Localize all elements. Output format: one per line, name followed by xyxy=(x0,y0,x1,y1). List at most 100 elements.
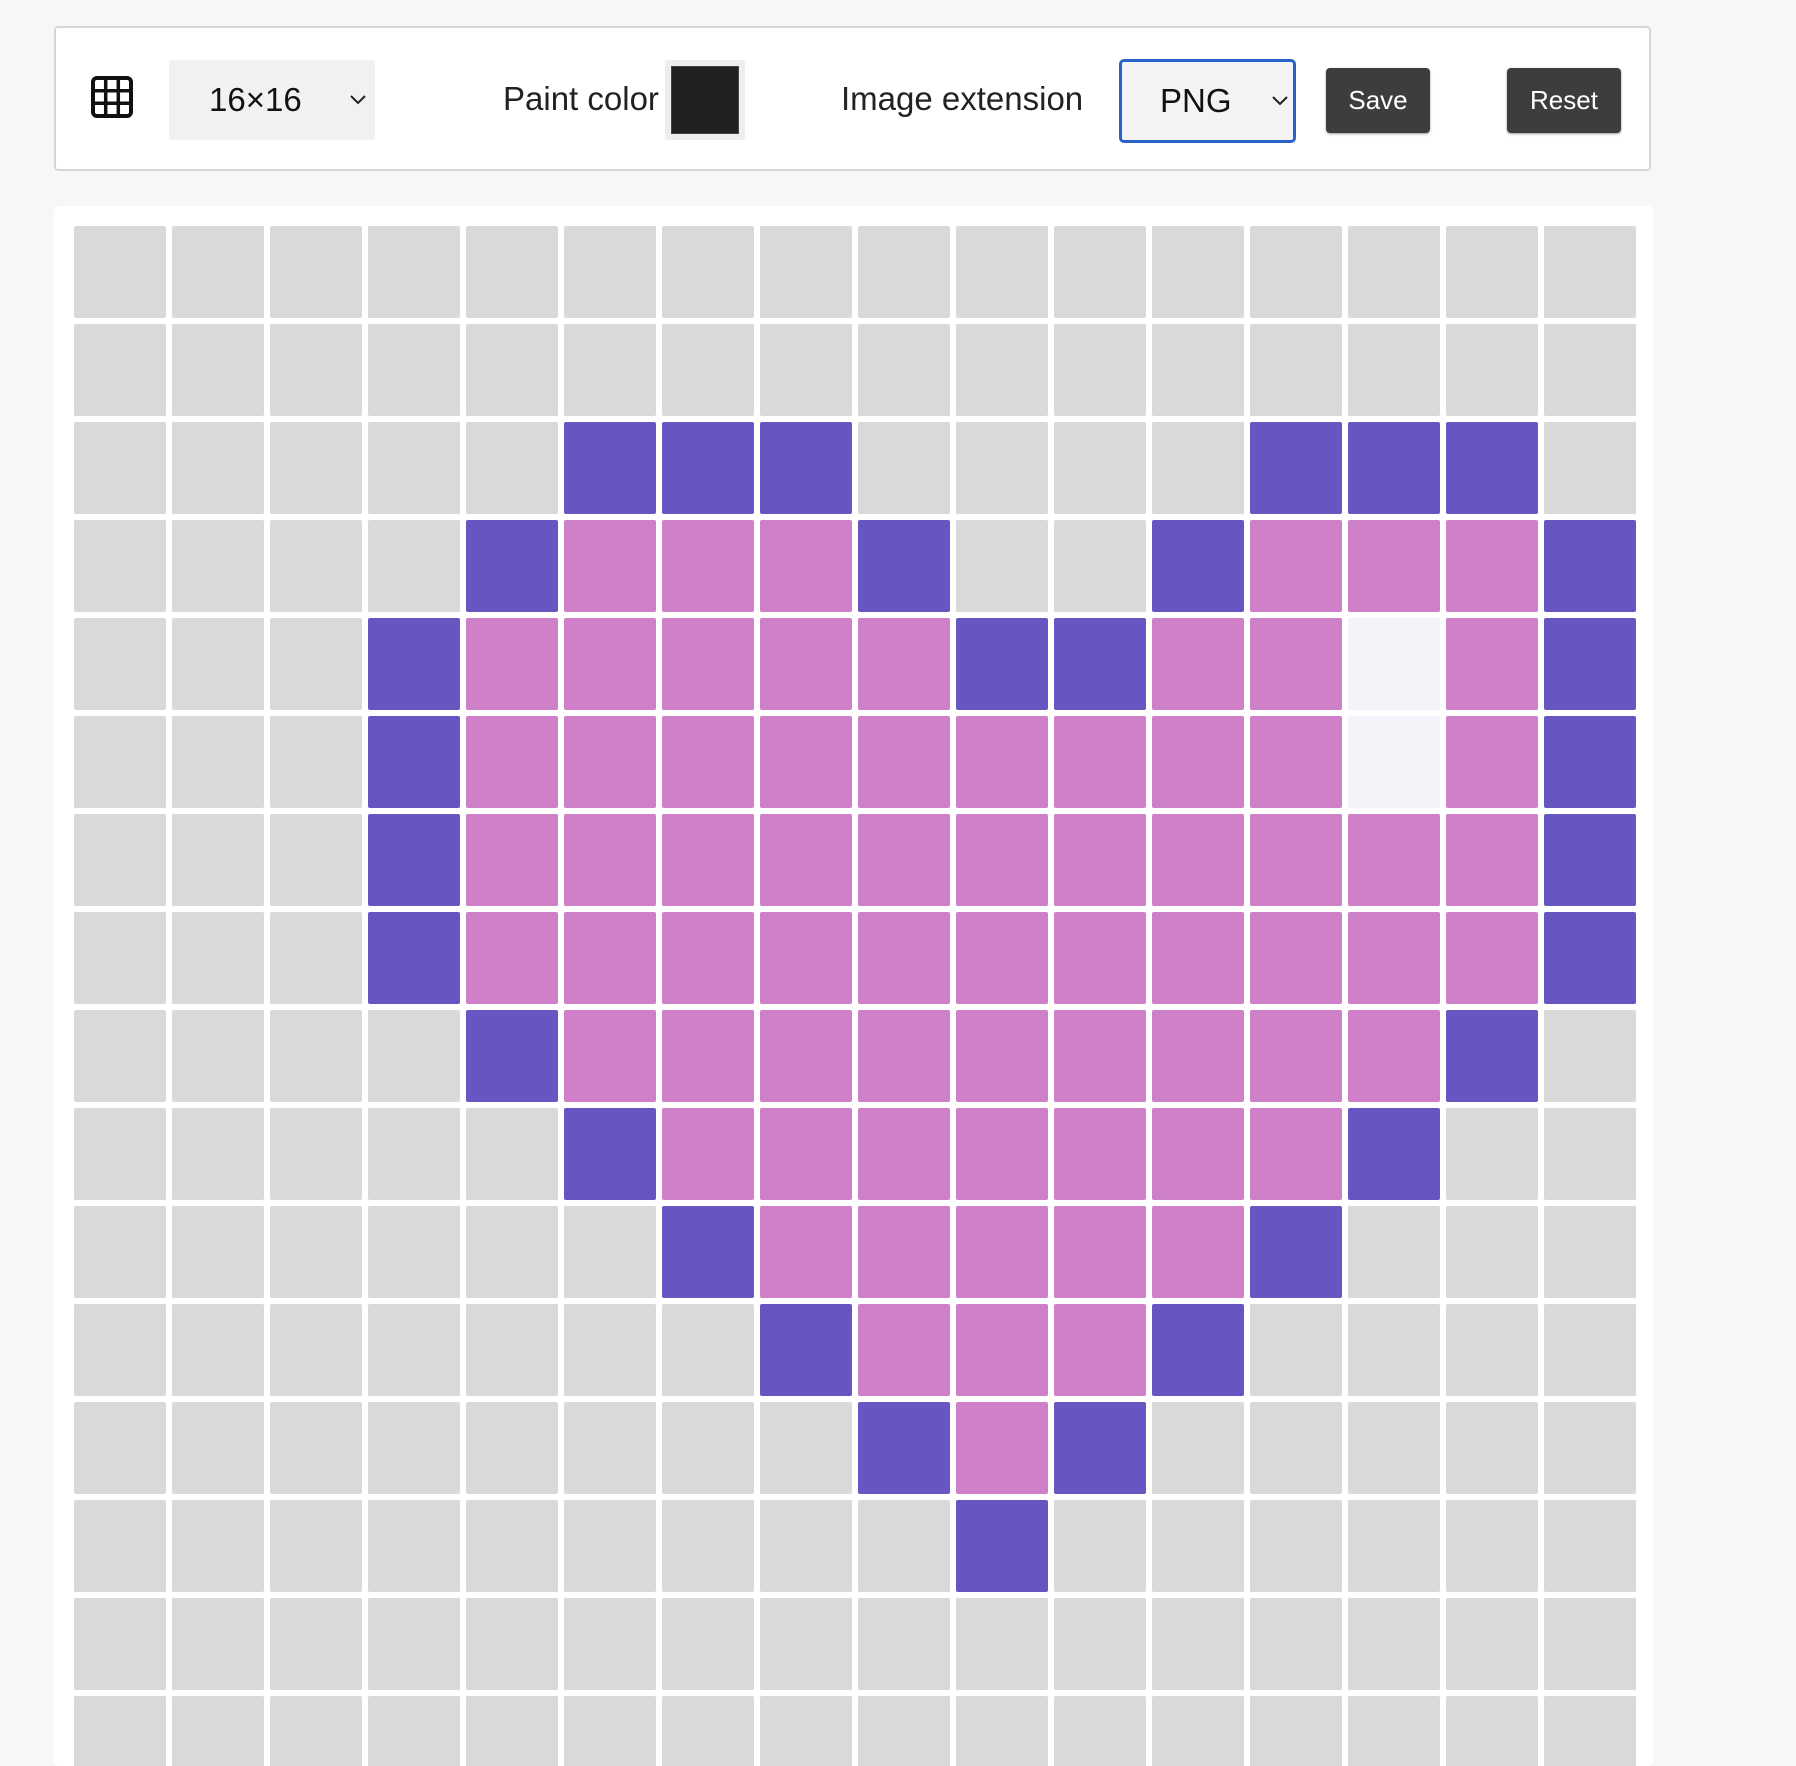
pixel-cell[interactable] xyxy=(368,1206,460,1298)
pixel-cell[interactable] xyxy=(172,422,264,514)
pixel-cell[interactable] xyxy=(172,1304,264,1396)
pixel-cell[interactable] xyxy=(760,618,852,710)
pixel-cell[interactable] xyxy=(1348,1500,1440,1592)
image-extension-select[interactable]: PNG xyxy=(1119,59,1296,143)
pixel-cell[interactable] xyxy=(858,422,950,514)
pixel-cell[interactable] xyxy=(858,814,950,906)
pixel-cell[interactable] xyxy=(1152,1500,1244,1592)
pixel-cell[interactable] xyxy=(1152,226,1244,318)
pixel-cell[interactable] xyxy=(956,324,1048,416)
pixel-cell[interactable] xyxy=(564,912,656,1004)
pixel-cell[interactable] xyxy=(270,1402,362,1494)
pixel-cell[interactable] xyxy=(1152,324,1244,416)
pixel-cell[interactable] xyxy=(662,1010,754,1102)
pixel-cell[interactable] xyxy=(368,1010,460,1102)
pixel-cell[interactable] xyxy=(1544,324,1636,416)
pixel-cell[interactable] xyxy=(1152,1206,1244,1298)
pixel-cell[interactable] xyxy=(1446,1108,1538,1200)
pixel-cell[interactable] xyxy=(368,618,460,710)
pixel-cell[interactable] xyxy=(1348,324,1440,416)
pixel-cell[interactable] xyxy=(564,618,656,710)
pixel-cell[interactable] xyxy=(466,716,558,808)
pixel-cell[interactable] xyxy=(760,1206,852,1298)
pixel-cell[interactable] xyxy=(956,1696,1048,1766)
pixel-cell[interactable] xyxy=(1348,1696,1440,1766)
pixel-cell[interactable] xyxy=(368,422,460,514)
pixel-cell[interactable] xyxy=(858,1010,950,1102)
pixel-cell[interactable] xyxy=(1250,1696,1342,1766)
pixel-cell[interactable] xyxy=(564,1598,656,1690)
pixel-cell[interactable] xyxy=(760,1304,852,1396)
pixel-cell[interactable] xyxy=(466,1108,558,1200)
pixel-cell[interactable] xyxy=(270,520,362,612)
pixel-cell[interactable] xyxy=(270,1304,362,1396)
pixel-cell[interactable] xyxy=(1348,912,1440,1004)
pixel-cell[interactable] xyxy=(368,226,460,318)
pixel-cell[interactable] xyxy=(1054,1598,1146,1690)
pixel-cell[interactable] xyxy=(270,422,362,514)
pixel-cell[interactable] xyxy=(956,1010,1048,1102)
pixel-cell[interactable] xyxy=(1544,1304,1636,1396)
pixel-cell[interactable] xyxy=(368,1108,460,1200)
pixel-cell[interactable] xyxy=(172,618,264,710)
pixel-cell[interactable] xyxy=(1250,1010,1342,1102)
pixel-cell[interactable] xyxy=(564,1108,656,1200)
pixel-cell[interactable] xyxy=(1054,716,1146,808)
pixel-cell[interactable] xyxy=(1250,1108,1342,1200)
pixel-cell[interactable] xyxy=(1054,1108,1146,1200)
pixel-cell[interactable] xyxy=(1544,1598,1636,1690)
pixel-cell[interactable] xyxy=(1544,1010,1636,1102)
pixel-cell[interactable] xyxy=(270,618,362,710)
pixel-cell[interactable] xyxy=(1152,912,1244,1004)
pixel-cell[interactable] xyxy=(466,1598,558,1690)
pixel-cell[interactable] xyxy=(270,716,362,808)
pixel-cell[interactable] xyxy=(760,912,852,1004)
pixel-cell[interactable] xyxy=(1446,716,1538,808)
pixel-cell[interactable] xyxy=(858,324,950,416)
pixel-cell[interactable] xyxy=(466,324,558,416)
pixel-cell[interactable] xyxy=(1544,1206,1636,1298)
pixel-cell[interactable] xyxy=(368,1304,460,1396)
grid-icon[interactable] xyxy=(91,76,133,118)
pixel-cell[interactable] xyxy=(1544,1500,1636,1592)
pixel-cell[interactable] xyxy=(662,1206,754,1298)
pixel-cell[interactable] xyxy=(1054,1010,1146,1102)
pixel-cell[interactable] xyxy=(1054,1304,1146,1396)
pixel-cell[interactable] xyxy=(662,814,754,906)
pixel-cell[interactable] xyxy=(662,520,754,612)
pixel-cell[interactable] xyxy=(1250,520,1342,612)
pixel-cell[interactable] xyxy=(564,422,656,514)
pixel-cell[interactable] xyxy=(662,1598,754,1690)
pixel-cell[interactable] xyxy=(662,1402,754,1494)
pixel-cell[interactable] xyxy=(270,226,362,318)
pixel-cell[interactable] xyxy=(1054,912,1146,1004)
pixel-cell[interactable] xyxy=(1250,422,1342,514)
pixel-cell[interactable] xyxy=(858,1108,950,1200)
pixel-cell[interactable] xyxy=(956,1500,1048,1592)
pixel-cell[interactable] xyxy=(1152,814,1244,906)
pixel-cell[interactable] xyxy=(1544,912,1636,1004)
pixel-cell[interactable] xyxy=(1446,618,1538,710)
paint-color-picker[interactable] xyxy=(665,60,745,140)
pixel-cell[interactable] xyxy=(956,1206,1048,1298)
pixel-cell[interactable] xyxy=(1544,226,1636,318)
pixel-cell[interactable] xyxy=(662,226,754,318)
pixel-cell[interactable] xyxy=(1250,1304,1342,1396)
pixel-cell[interactable] xyxy=(564,324,656,416)
pixel-cell[interactable] xyxy=(956,1108,1048,1200)
pixel-cell[interactable] xyxy=(1152,1402,1244,1494)
pixel-cell[interactable] xyxy=(1054,1206,1146,1298)
pixel-cell[interactable] xyxy=(564,1206,656,1298)
pixel-cell[interactable] xyxy=(956,912,1048,1004)
pixel-cell[interactable] xyxy=(466,912,558,1004)
pixel-cell[interactable] xyxy=(662,422,754,514)
pixel-cell[interactable] xyxy=(760,1402,852,1494)
pixel-cell[interactable] xyxy=(564,1402,656,1494)
pixel-cell[interactable] xyxy=(1348,814,1440,906)
grid-size-select[interactable]: 16×16 xyxy=(169,60,375,140)
pixel-cell[interactable] xyxy=(1152,422,1244,514)
pixel-cell[interactable] xyxy=(956,422,1048,514)
pixel-cell[interactable] xyxy=(1250,814,1342,906)
pixel-cell[interactable] xyxy=(1544,1696,1636,1766)
pixel-cell[interactable] xyxy=(74,1206,166,1298)
